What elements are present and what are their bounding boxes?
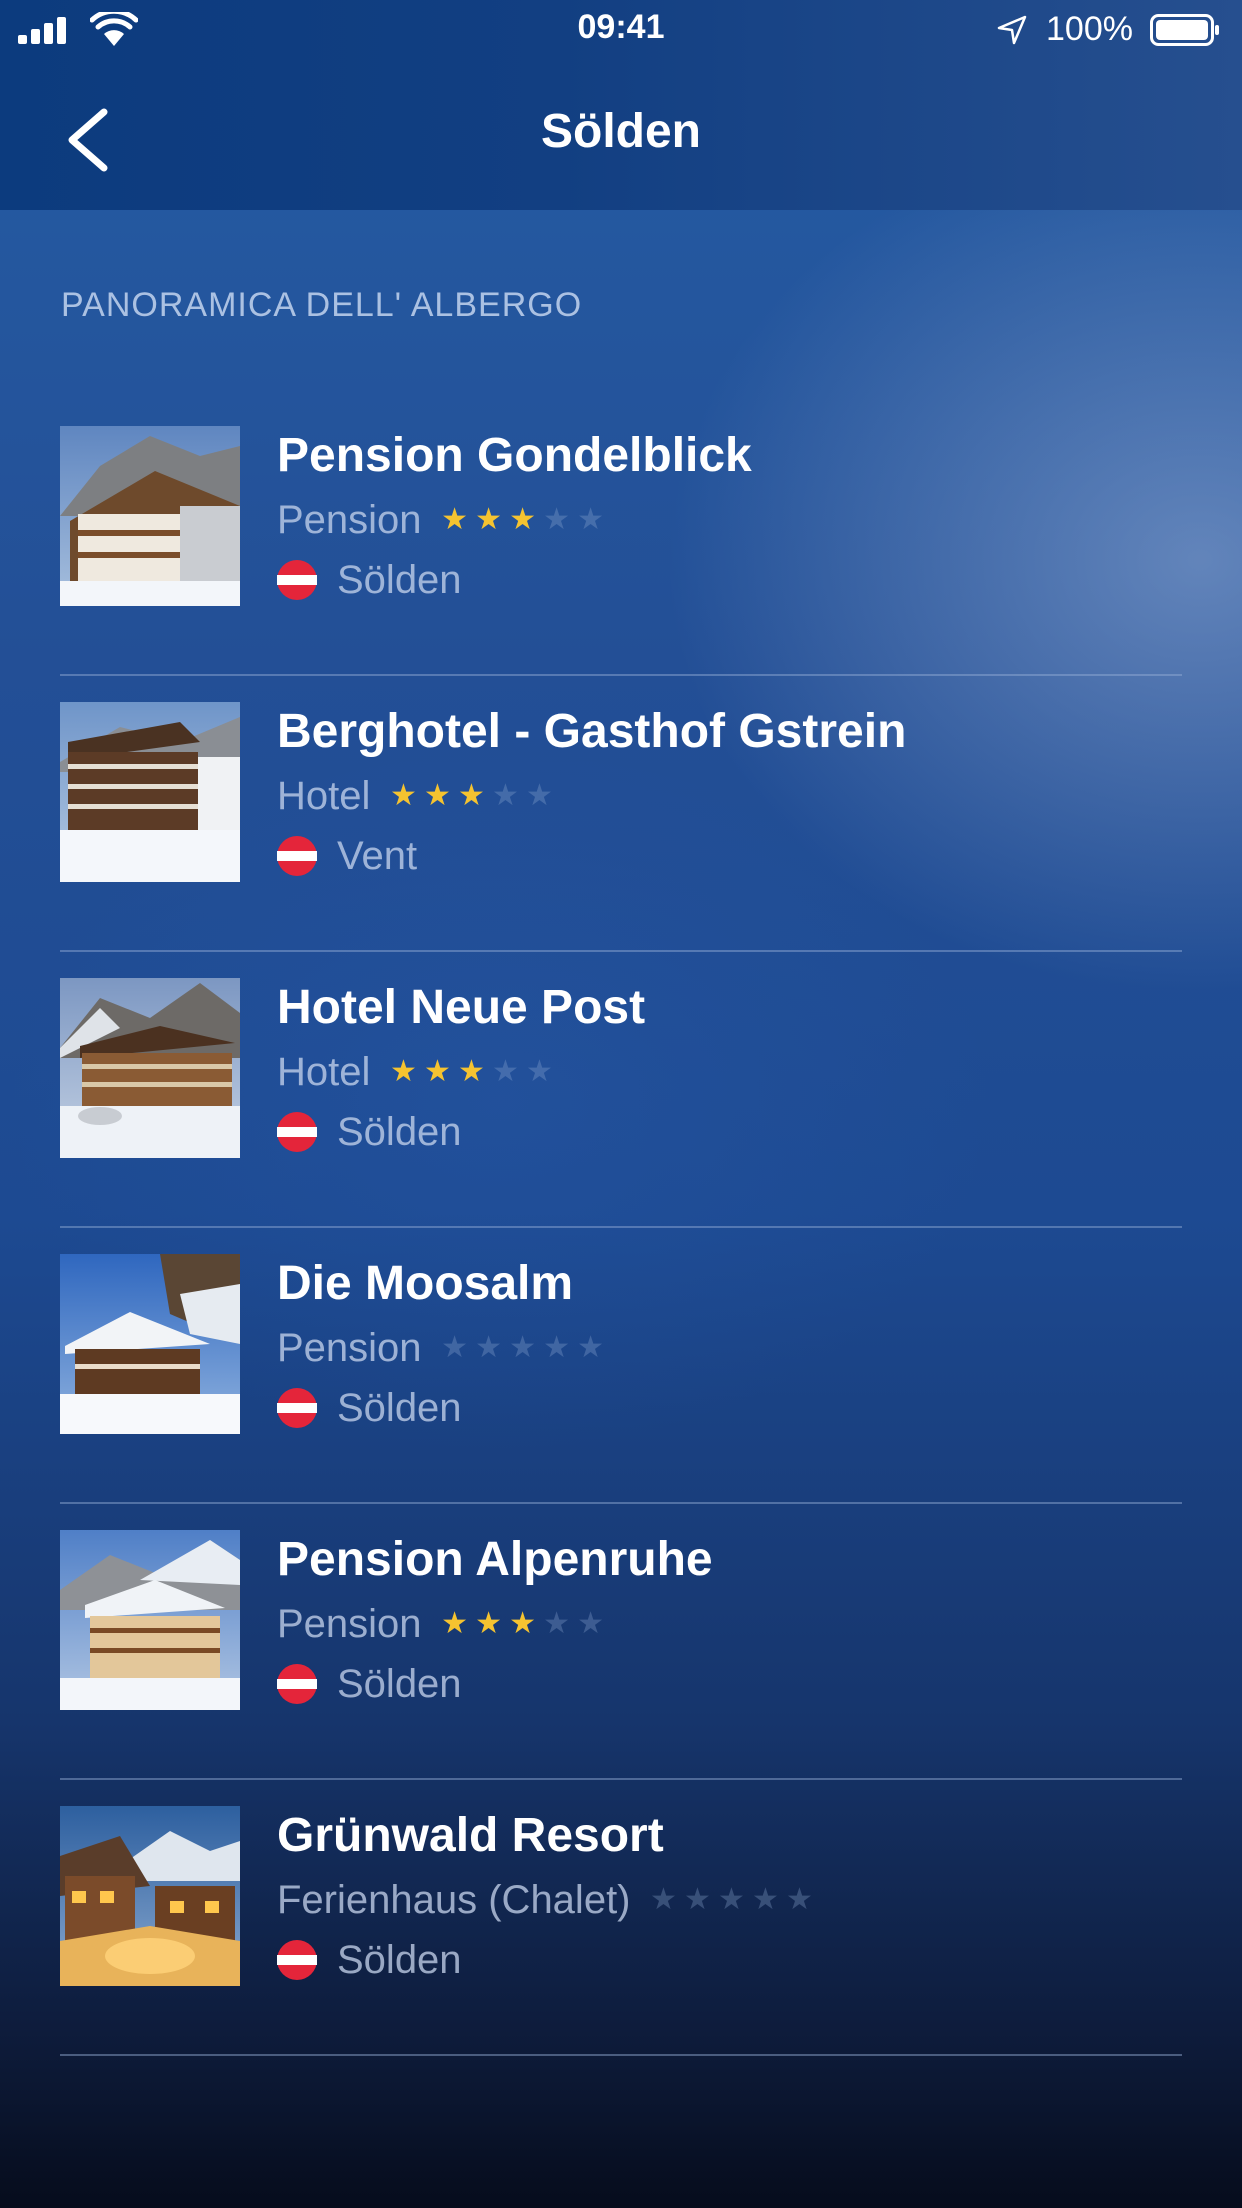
hotel-thumbnail xyxy=(60,702,240,882)
location-arrow-icon xyxy=(997,15,1027,45)
hotel-type: Ferienhaus (Chalet) xyxy=(277,1877,631,1922)
star-empty-icon: ★ xyxy=(650,1883,677,1916)
star-filled-icon: ★ xyxy=(441,1607,469,1640)
star-filled-icon: ★ xyxy=(475,503,503,536)
austria-flag-icon xyxy=(277,560,317,600)
star-rating: ★ ★ ★ ★ ★ xyxy=(438,1333,608,1363)
austria-flag-icon xyxy=(277,1388,317,1428)
hotel-location-line: Sölden xyxy=(277,1936,462,1984)
hotel-location: Sölden xyxy=(337,1109,462,1154)
hotel-location: Sölden xyxy=(337,1385,462,1430)
star-empty-icon: ★ xyxy=(577,1607,605,1640)
hotel-row[interactable]: Die Moosalm Pension ★ ★ ★ ★ ★ Sölden xyxy=(0,1228,1242,1504)
star-rating: ★ ★ ★ ★ ★ xyxy=(647,1885,817,1915)
hotel-row[interactable]: Hotel Neue Post Hotel ★ ★ ★ ★ ★ Sölden xyxy=(0,952,1242,1228)
star-empty-icon: ★ xyxy=(543,1331,571,1364)
hotel-name: Die Moosalm xyxy=(277,1257,574,1310)
hotel-type-line: Hotel ★ ★ ★ ★ ★ xyxy=(277,772,556,820)
star-rating: ★ ★ ★ ★ ★ xyxy=(438,505,608,535)
star-empty-icon: ★ xyxy=(525,1055,553,1088)
hotel-location-line: Sölden xyxy=(277,556,462,604)
battery-percentage: 100% xyxy=(1046,10,1133,48)
star-rating: ★ ★ ★ ★ ★ xyxy=(438,1609,608,1639)
hotel-type-line: Pension ★ ★ ★ ★ ★ xyxy=(277,1600,608,1648)
hotel-location-line: Sölden xyxy=(277,1660,462,1708)
page-title: Sölden xyxy=(540,105,701,158)
austria-flag-icon xyxy=(277,1112,317,1152)
hotel-name: Pension Gondelblick xyxy=(277,429,752,482)
hotel-name: Pension Alpenruhe xyxy=(277,1533,713,1586)
star-empty-icon: ★ xyxy=(491,1055,519,1088)
hotel-type: Hotel xyxy=(277,773,371,818)
hotel-thumbnail xyxy=(60,1806,240,1986)
star-filled-icon: ★ xyxy=(457,1055,485,1088)
star-filled-icon: ★ xyxy=(423,779,451,812)
hotel-type: Hotel xyxy=(277,1049,371,1094)
hotel-row[interactable]: Grünwald Resort Ferienhaus (Chalet) ★ ★ ★ ★… xyxy=(0,1780,1242,2056)
star-filled-icon: ★ xyxy=(389,1055,417,1088)
hotel-list: Pension Gondelblick Pension ★ ★ ★ ★ ★ Sölden xyxy=(0,400,1242,2056)
star-empty-icon: ★ xyxy=(525,779,553,812)
hotel-row[interactable]: Pension Alpenruhe Pension ★ ★ ★ ★ ★ Sölden xyxy=(0,1504,1242,1780)
star-filled-icon: ★ xyxy=(441,503,469,536)
battery-icon xyxy=(1150,14,1219,46)
star-empty-icon: ★ xyxy=(475,1331,503,1364)
hotel-type-line: Pension ★ ★ ★ ★ ★ xyxy=(277,1324,608,1372)
hotel-location: Sölden xyxy=(337,1937,462,1982)
star-empty-icon: ★ xyxy=(752,1883,779,1916)
star-empty-icon: ★ xyxy=(718,1883,745,1916)
hotel-name: Berghotel - Gasthof Gstrein xyxy=(277,705,907,758)
hotel-type: Pension xyxy=(277,1601,422,1646)
hotel-location: Sölden xyxy=(337,1661,462,1706)
austria-flag-icon xyxy=(277,1940,317,1980)
star-filled-icon: ★ xyxy=(457,779,485,812)
star-rating: ★ ★ ★ ★ ★ xyxy=(386,781,556,811)
star-filled-icon: ★ xyxy=(509,503,537,536)
status-bar: 09:41 100% xyxy=(0,0,1242,62)
star-empty-icon: ★ xyxy=(509,1331,537,1364)
star-empty-icon: ★ xyxy=(543,503,571,536)
hotel-name: Hotel Neue Post xyxy=(277,981,646,1034)
star-filled-icon: ★ xyxy=(475,1607,503,1640)
star-filled-icon: ★ xyxy=(389,779,417,812)
star-empty-icon: ★ xyxy=(441,1331,469,1364)
hotel-type-line: Hotel ★ ★ ★ ★ ★ xyxy=(277,1048,556,1096)
hotel-location-line: Sölden xyxy=(277,1384,462,1432)
hotel-location: Vent xyxy=(337,833,418,878)
hotel-row[interactable]: Berghotel - Gasthof Gstrein Hotel ★ ★ ★ ★ ★ … xyxy=(0,676,1242,952)
hotel-type: Pension xyxy=(277,1325,422,1370)
hotel-row[interactable]: Pension Gondelblick Pension ★ ★ ★ ★ ★ Sölden xyxy=(0,400,1242,676)
austria-flag-icon xyxy=(277,1664,317,1704)
hotel-location: Sölden xyxy=(337,557,462,602)
hotel-location-line: Sölden xyxy=(277,1108,462,1156)
hotel-thumbnail xyxy=(60,426,240,606)
hotel-type: Pension xyxy=(277,497,422,542)
hotel-type-line: Pension ★ ★ ★ ★ ★ xyxy=(277,496,608,544)
star-empty-icon: ★ xyxy=(543,1607,571,1640)
star-empty-icon: ★ xyxy=(577,1331,605,1364)
star-filled-icon: ★ xyxy=(509,1607,537,1640)
hotel-thumbnail xyxy=(60,1530,240,1710)
star-empty-icon: ★ xyxy=(786,1883,813,1916)
star-empty-icon: ★ xyxy=(491,779,519,812)
hotel-location-line: Vent xyxy=(277,832,417,880)
star-empty-icon: ★ xyxy=(684,1883,711,1916)
hotel-type-line: Ferienhaus (Chalet) ★ ★ ★ ★ ★ xyxy=(277,1876,817,1924)
austria-flag-icon xyxy=(277,836,317,876)
section-header: PANORAMICA DELL' ALBERGO xyxy=(61,286,583,324)
star-rating: ★ ★ ★ ★ ★ xyxy=(386,1057,556,1087)
hotel-thumbnail xyxy=(60,978,240,1158)
hotel-thumbnail xyxy=(60,1254,240,1434)
star-filled-icon: ★ xyxy=(423,1055,451,1088)
star-empty-icon: ★ xyxy=(577,503,605,536)
hotel-name: Grünwald Resort xyxy=(277,1809,664,1862)
